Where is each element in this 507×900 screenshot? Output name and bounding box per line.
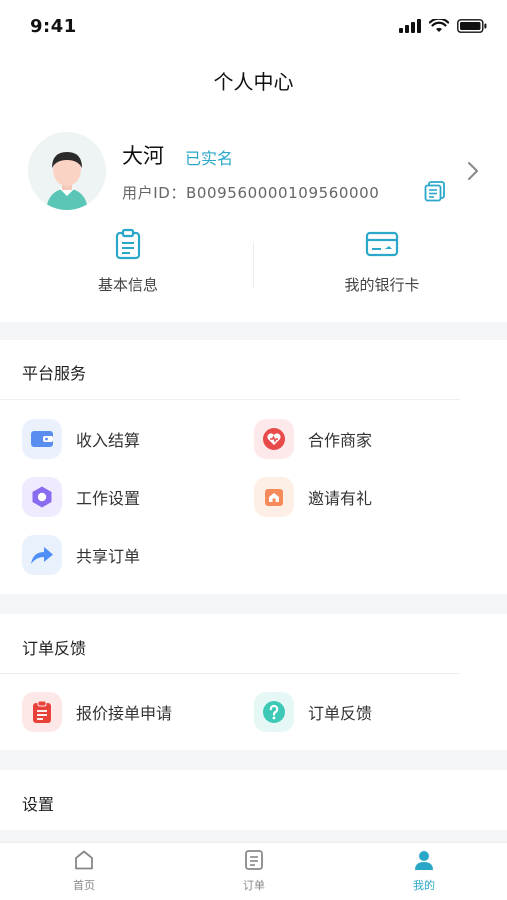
profile-card[interactable]: 大河 已实名 用户ID：B009560000109560000 基本信息 我的银… (0, 120, 507, 322)
bank-card-icon (282, 228, 482, 264)
quick-link-label: 基本信息 (97, 276, 158, 294)
order-list-icon (214, 849, 294, 875)
clipboard-red-icon (22, 692, 62, 732)
tab-home[interactable]: 首页 (44, 849, 124, 893)
gift-house-icon (254, 477, 294, 517)
clipboard-icon (28, 228, 228, 264)
signal-icon (399, 18, 421, 37)
tab-orders[interactable]: 订单 (214, 849, 294, 893)
tab-bar: 首页 订单 我的 (0, 842, 507, 900)
status-time: 9:41 (30, 16, 77, 37)
section-gap (0, 322, 507, 340)
status-icons (399, 17, 487, 37)
user-name: 大河 (122, 144, 164, 168)
divider (0, 399, 460, 400)
service-label: 邀请有礼 (308, 489, 373, 508)
page-title: 个人中心 (213, 70, 294, 94)
copy-icon[interactable] (423, 179, 447, 207)
section-gap (0, 594, 507, 614)
wallet-icon (22, 419, 62, 459)
service-label: 报价接单申请 (76, 704, 173, 723)
settings-section[interactable]: 设置 (0, 770, 507, 830)
tab-label: 订单 (243, 879, 265, 892)
service-label: 收入结算 (76, 431, 141, 450)
tab-mine[interactable]: 我的 (384, 849, 464, 893)
service-label: 合作商家 (308, 431, 373, 450)
section-gap (0, 750, 507, 770)
service-invite-rewards[interactable]: 邀请有礼 (254, 476, 372, 518)
section-gap (0, 830, 507, 842)
section-title: 平台服务 (22, 364, 87, 383)
tab-label: 首页 (73, 879, 95, 892)
service-work-settings[interactable]: 工作设置 (22, 476, 140, 518)
tab-label: 我的 (413, 879, 435, 892)
wifi-icon (428, 17, 450, 37)
section-title: 订单反馈 (22, 639, 87, 658)
home-icon (44, 849, 124, 875)
platform-services-section: 平台服务 收入结算 合作商家 工作设置 邀请有礼 共享订单 (0, 340, 507, 594)
service-quote-application[interactable]: 报价接单申请 (22, 691, 172, 733)
status-bar: 9:41 (0, 0, 507, 54)
service-label: 订单反馈 (308, 704, 373, 723)
heart-shield-icon (254, 419, 294, 459)
user-id: 用户ID：B009560000109560000 (122, 184, 380, 202)
quick-links: 基本信息 我的银行卡 (0, 228, 507, 308)
service-label: 工作设置 (76, 489, 141, 508)
avatar[interactable] (28, 132, 106, 210)
divider (253, 242, 254, 288)
help-question-icon (254, 692, 294, 732)
service-shared-orders[interactable]: 共享订单 (22, 534, 140, 576)
service-income-settlement[interactable]: 收入结算 (22, 418, 140, 460)
service-order-feedback[interactable]: 订单反馈 (254, 691, 372, 733)
verified-badge: 已实名 (185, 149, 234, 168)
quick-link-label: 我的银行卡 (344, 276, 420, 294)
quick-link-basic-info[interactable]: 基本信息 (28, 228, 228, 295)
section-title: 设置 (22, 795, 55, 814)
quick-link-bank-card[interactable]: 我的银行卡 (282, 228, 482, 295)
share-arrow-icon (22, 535, 62, 575)
order-feedback-section: 订单反馈 报价接单申请 订单反馈 (0, 614, 507, 750)
battery-icon (457, 18, 487, 37)
user-icon (384, 849, 464, 875)
service-label: 共享订单 (76, 547, 141, 566)
divider (0, 673, 460, 674)
service-partner-merchants[interactable]: 合作商家 (254, 418, 372, 460)
hexagon-settings-icon (22, 477, 62, 517)
chevron-right-icon[interactable] (466, 160, 480, 186)
